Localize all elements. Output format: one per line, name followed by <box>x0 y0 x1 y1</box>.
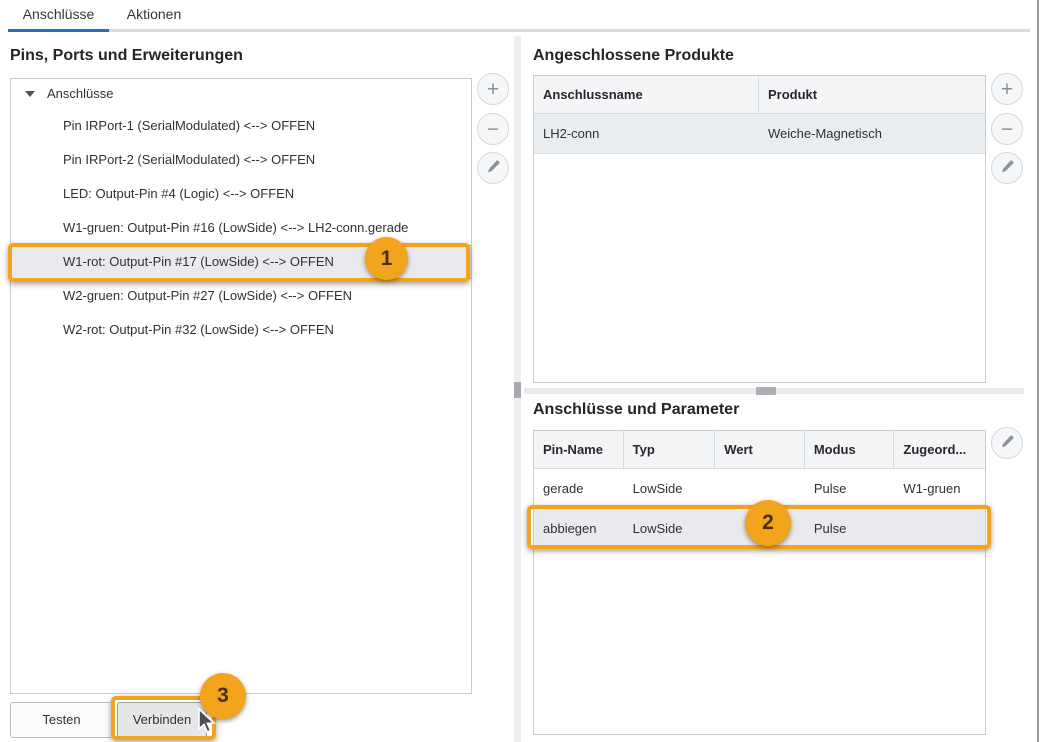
tree-root-label: Anschlüsse <box>47 86 113 101</box>
horizontal-splitter-handle[interactable] <box>756 387 776 395</box>
cell-wert <box>715 509 805 548</box>
edit-parameter-button[interactable] <box>991 427 1023 459</box>
verbinden-button[interactable]: Verbinden <box>117 702 207 738</box>
cell-typ: LowSide <box>624 509 716 548</box>
plus-icon: + <box>487 79 499 100</box>
plus-icon: + <box>1001 79 1013 100</box>
verbinden-button-label: Verbinden <box>133 712 192 727</box>
tab-anschluesse-label: Anschlüsse <box>23 6 95 22</box>
tree-root-anschluesse[interactable]: Anschlüsse <box>11 79 471 109</box>
edit-product-button[interactable] <box>991 152 1023 184</box>
params-table-header: Pin-Name Typ Wert Modus Zugeord... <box>534 431 985 469</box>
pins-tree: Anschlüsse Pin IRPort-1 (SerialModulated… <box>10 78 472 694</box>
add-product-button[interactable]: + <box>991 73 1023 105</box>
products-row-lh2conn[interactable]: LH2-conn Weiche-Magnetisch <box>534 114 985 154</box>
tree-item-w1-rot-selected[interactable]: W1-rot: Output-Pin #17 (LowSide) <--> OF… <box>11 245 471 279</box>
vertical-splitter-handle[interactable] <box>514 382 521 398</box>
tree-item-irport2[interactable]: Pin IRPort-2 (SerialModulated) <--> OFFE… <box>11 143 471 177</box>
testen-button-label: Testen <box>42 712 80 727</box>
products-table: Anschlussname Produkt LH2-conn Weiche-Ma… <box>533 75 986 383</box>
col-pin-name: Pin-Name <box>534 431 624 468</box>
col-typ: Typ <box>624 431 716 468</box>
cell-zugeordnet: W1-gruen <box>894 469 985 508</box>
edit-pin-button[interactable] <box>477 152 509 184</box>
tab-aktionen-label: Aktionen <box>127 6 181 22</box>
cell-anschlussname: LH2-conn <box>534 114 759 153</box>
tab-anschluesse[interactable]: Anschlüsse <box>8 0 109 32</box>
left-panel-title: Pins, Ports und Erweiterungen <box>10 47 243 65</box>
col-produkt: Produkt <box>759 76 985 113</box>
col-wert: Wert <box>715 431 805 468</box>
minus-icon: − <box>487 119 499 140</box>
cell-zugeordnet <box>894 509 985 548</box>
remove-pin-button[interactable]: − <box>477 113 509 145</box>
params-table: Pin-Name Typ Wert Modus Zugeord... gerad… <box>533 430 986 735</box>
params-panel-title: Anschlüsse und Parameter <box>533 401 739 419</box>
col-anschlussname: Anschlussname <box>534 76 759 113</box>
remove-product-button[interactable]: − <box>991 113 1023 145</box>
tree-item-irport1[interactable]: Pin IRPort-1 (SerialModulated) <--> OFFE… <box>11 109 471 143</box>
tree-item-w2-gruen[interactable]: W2-gruen: Output-Pin #27 (LowSide) <--> … <box>11 279 471 313</box>
cell-pin-name: abbiegen <box>534 509 624 548</box>
pencil-icon <box>999 158 1015 179</box>
tree-item-w1-gruen[interactable]: W1-gruen: Output-Pin #16 (LowSide) <--> … <box>11 211 471 245</box>
tree-item-led[interactable]: LED: Output-Pin #4 (Logic) <--> OFFEN <box>11 177 471 211</box>
tab-aktionen[interactable]: Aktionen <box>109 0 199 32</box>
cell-pin-name: gerade <box>534 469 624 508</box>
params-row-gerade[interactable]: gerade LowSide Pulse W1-gruen <box>534 469 985 509</box>
products-table-header: Anschlussname Produkt <box>534 76 985 114</box>
products-panel-title: Angeschlossene Produkte <box>533 47 734 65</box>
cell-wert <box>715 469 805 508</box>
window-right-edge <box>1037 0 1039 742</box>
caret-down-icon <box>25 91 35 97</box>
params-row-abbiegen-selected[interactable]: abbiegen LowSide Pulse <box>534 509 985 549</box>
cell-modus: Pulse <box>805 509 895 548</box>
cell-modus: Pulse <box>805 469 895 508</box>
pencil-icon <box>999 433 1015 454</box>
minus-icon: − <box>1001 119 1013 140</box>
active-tab-underline <box>8 29 109 32</box>
col-zugeordnet: Zugeord... <box>894 431 985 468</box>
testen-button[interactable]: Testen <box>10 702 113 738</box>
cell-produkt: Weiche-Magnetisch <box>759 114 985 153</box>
tree-item-w2-rot[interactable]: W2-rot: Output-Pin #32 (LowSide) <--> OF… <box>11 313 471 347</box>
cell-typ: LowSide <box>624 469 716 508</box>
col-modus: Modus <box>805 431 895 468</box>
add-pin-button[interactable]: + <box>477 73 509 105</box>
tab-bar: Anschlüsse Aktionen <box>8 0 1030 32</box>
pencil-icon <box>485 158 501 179</box>
